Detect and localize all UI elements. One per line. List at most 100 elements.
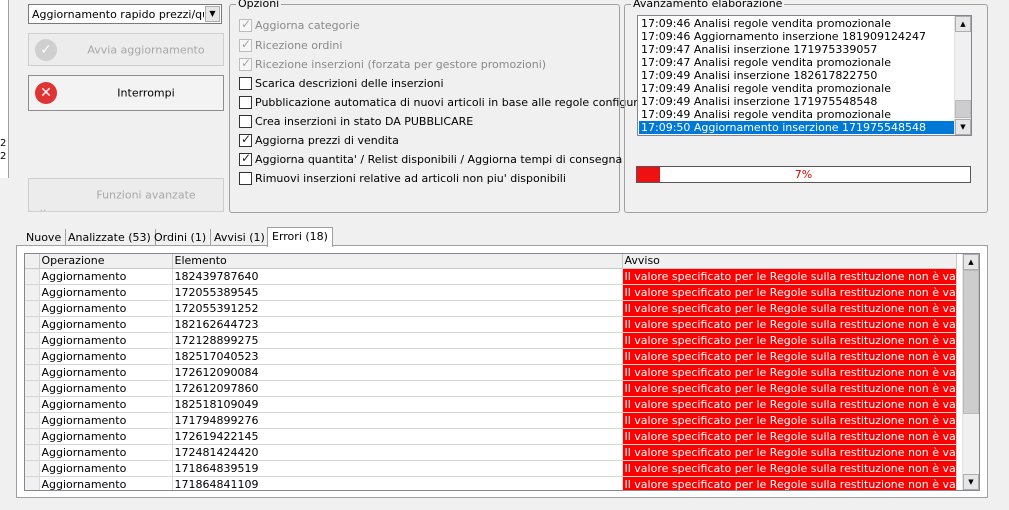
cell-element: 171864839519 xyxy=(172,460,623,477)
chevron-down-icon[interactable]: ▼ xyxy=(205,6,220,22)
row-header[interactable] xyxy=(25,476,40,490)
table-row[interactable]: Aggiornamento 172055389545 Il valore speci… xyxy=(25,284,957,301)
options-group: Opzioni Aggiorna categorie Ricezione ordi… xyxy=(229,0,656,213)
cell-element: 172612097860 xyxy=(172,380,623,397)
log-line[interactable]: 17:09:47 Analisi inserzione 171975339057 xyxy=(639,43,955,56)
table-row[interactable]: Aggiornamento 172055391252 Il valore speci… xyxy=(25,300,957,317)
cell-operation: Aggiornamento xyxy=(39,460,173,477)
column-header-warning[interactable]: Avviso xyxy=(622,254,957,269)
log-line[interactable]: 17:09:47 Analisi regole vendita promozio… xyxy=(639,56,955,69)
cell-operation: Aggiornamento xyxy=(39,268,173,285)
table-row[interactable]: Aggiornamento 182518109049 Il valore speci… xyxy=(25,396,957,413)
options-title: Opzioni xyxy=(236,0,282,10)
tab-errori[interactable]: Errori (18) xyxy=(267,227,333,247)
table-row[interactable]: Aggiornamento 172481424420 Il valore speci… xyxy=(25,444,957,461)
scroll-down-icon[interactable]: ▼ xyxy=(955,119,971,135)
cell-operation: Aggiornamento xyxy=(39,396,173,413)
log-line[interactable]: 17:09:46 Analisi regole vendita promozio… xyxy=(639,17,955,30)
row-header[interactable] xyxy=(25,332,40,349)
row-header[interactable] xyxy=(25,380,40,397)
cell-warning: Il valore specificato per le Regole sull… xyxy=(622,332,957,349)
cell-operation: Aggiornamento xyxy=(39,428,173,445)
row-header[interactable] xyxy=(25,460,40,477)
table-row[interactable]: Aggiornamento 172612090084 Il valore speci… xyxy=(25,364,957,381)
row-header[interactable] xyxy=(25,268,40,285)
table-row[interactable]: Aggiornamento 182162644723 Il valore speci… xyxy=(25,316,957,333)
option-label: Aggiorna categorie xyxy=(255,19,360,32)
row-header[interactable] xyxy=(25,412,40,429)
scroll-thumb[interactable] xyxy=(963,270,979,414)
tab-nuove[interactable]: Nuove xyxy=(22,229,67,246)
cell-element: 172619422145 xyxy=(172,428,623,445)
column-header-operation[interactable]: Operazione xyxy=(39,254,173,269)
table-row[interactable]: Aggiornamento 171864839519 Il valore speci… xyxy=(25,460,957,477)
cell-operation: Aggiornamento xyxy=(39,332,173,349)
cell-warning: Il valore specificato per le Regole sull… xyxy=(622,268,957,285)
scroll-up-icon[interactable]: ▲ xyxy=(955,16,971,32)
table-row[interactable]: Aggiornamento 182517040523 Il valore speci… xyxy=(25,348,957,365)
grid-scrollbar[interactable]: ▲ ▼ xyxy=(962,254,979,490)
log-scrollbar[interactable]: ▲ ▼ xyxy=(954,16,971,135)
checkbox-icon[interactable] xyxy=(239,77,252,90)
scroll-down-icon[interactable]: ▼ xyxy=(963,474,979,490)
progress-bar: 7% xyxy=(636,166,971,183)
scroll-up-icon[interactable]: ▲ xyxy=(963,254,979,270)
row-header[interactable] xyxy=(25,364,40,381)
stop-button[interactable]: ✕ Interrompi xyxy=(28,75,224,111)
row-header[interactable] xyxy=(25,396,40,413)
checkbox-icon[interactable] xyxy=(239,172,252,185)
table-row[interactable]: Aggiornamento 171864841109 Il valore speci… xyxy=(25,476,957,490)
tab-avvisi[interactable]: Avvisi (1) xyxy=(210,229,270,246)
left-edge-char: 2 xyxy=(0,151,7,162)
checkbox-icon xyxy=(239,37,252,52)
log-line[interactable]: 17:09:49 Analisi regole vendita promozio… xyxy=(639,108,955,121)
table-row[interactable]: Aggiornamento 172619422145 Il valore speci… xyxy=(25,428,957,445)
tab-analizzate[interactable]: Analizzate (53) xyxy=(64,229,156,246)
cell-element: 182162644723 xyxy=(172,316,623,333)
checkbox-icon[interactable] xyxy=(239,96,252,109)
row-header[interactable] xyxy=(25,444,40,461)
table-row[interactable]: Aggiornamento 171794899276 Il valore speci… xyxy=(25,412,957,429)
cell-operation: Aggiornamento xyxy=(39,348,173,365)
cell-warning: Il valore specificato per le Regole sull… xyxy=(622,316,957,333)
progress-title: Avanzamento elaborazione xyxy=(631,0,785,10)
log-line[interactable]: 17:09:49 Analisi inserzione 171975548548 xyxy=(639,95,955,108)
option-label: Ricezione ordini xyxy=(255,39,343,52)
dots-icon: .. xyxy=(39,201,47,214)
start-update-button[interactable]: ✓ Avvia aggiornamento xyxy=(28,33,224,66)
option-label: Rimuovi inserzioni relative ad articoli … xyxy=(255,172,566,185)
cell-element: 182517040523 xyxy=(172,348,623,365)
table-row[interactable]: Aggiornamento 182439787640 Il valore speci… xyxy=(25,268,957,285)
table-row[interactable]: Aggiornamento 172128899275 Il valore speci… xyxy=(25,332,957,349)
row-header[interactable] xyxy=(25,316,40,333)
cell-warning: Il valore specificato per le Regole sull… xyxy=(622,300,957,317)
log-line[interactable]: 17:09:50 Aggiornamento inserzione 171975… xyxy=(639,121,955,134)
advanced-functions-button[interactable]: .. Funzioni avanzate xyxy=(28,178,224,214)
row-header[interactable] xyxy=(25,348,40,365)
log-list[interactable]: 17:09:46 Analisi regole vendita promozio… xyxy=(637,15,972,136)
cell-element: 172481424420 xyxy=(172,444,623,461)
table-row[interactable]: Aggiornamento 172612097860 Il valore speci… xyxy=(25,380,957,397)
cell-element: 172612090084 xyxy=(172,364,623,381)
cell-operation: Aggiornamento xyxy=(39,316,173,333)
log-line[interactable]: 17:09:46 Aggiornamento inserzione 181909… xyxy=(639,30,955,43)
row-header[interactable] xyxy=(25,428,40,445)
checkbox-icon[interactable] xyxy=(239,115,252,128)
checkbox-icon[interactable] xyxy=(239,132,252,147)
cell-operation: Aggiornamento xyxy=(39,444,173,461)
log-line[interactable]: 17:09:49 Analisi inserzione 182617822750 xyxy=(639,69,955,82)
grid-header-row: Operazione Elemento Avviso xyxy=(25,254,957,269)
column-header-element[interactable]: Elemento xyxy=(172,254,623,269)
cell-operation: Aggiornamento xyxy=(39,284,173,301)
log-line[interactable]: 17:09:49 Analisi regole vendita promozio… xyxy=(639,82,955,95)
cell-element: 171794899276 xyxy=(172,412,623,429)
tab-ordini[interactable]: Ordini (1) xyxy=(150,229,212,246)
option-label: Scarica descrizioni delle inserzioni xyxy=(255,77,444,90)
scroll-thumb[interactable] xyxy=(955,100,971,118)
option-label: Aggiorna prezzi di vendita xyxy=(255,134,399,147)
cell-warning: Il valore specificato per le Regole sull… xyxy=(622,412,957,429)
mode-select[interactable]: Aggiornamento rapido prezzi/quantità ▼ xyxy=(28,4,222,24)
checkbox-icon[interactable] xyxy=(239,151,252,166)
row-header[interactable] xyxy=(25,284,40,301)
row-header[interactable] xyxy=(25,300,40,317)
